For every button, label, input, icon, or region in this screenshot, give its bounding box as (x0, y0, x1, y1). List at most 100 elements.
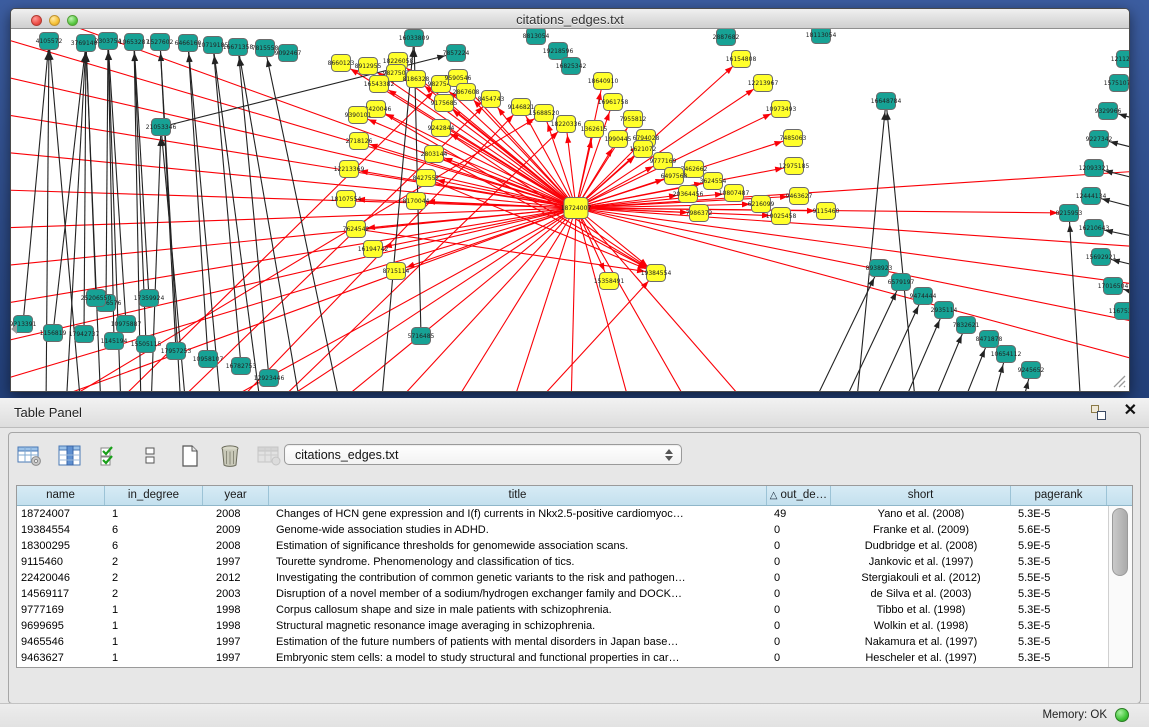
table-row[interactable]: 1830029562008Estimation of significance … (17, 538, 1132, 554)
graph-node[interactable]: 10958107 (193, 351, 224, 368)
graph-edge[interactable] (53, 43, 86, 333)
table-cell[interactable]: 0 (767, 650, 831, 666)
graph-node[interactable]: 3624554 (700, 173, 727, 190)
graph-node[interactable]: 7857224 (443, 45, 470, 62)
graph-node[interactable]: 10653287 (119, 34, 150, 51)
table-cell[interactable]: 9465546 (17, 634, 105, 650)
graph-node[interactable]: 8471878 (976, 331, 1003, 348)
graph-node[interactable]: 15505115 (131, 336, 162, 353)
graph-node[interactable]: 18724007 (561, 198, 592, 219)
table-cell[interactable]: 1997 (203, 554, 269, 570)
table-cell[interactable]: 1 (105, 618, 203, 634)
graph-edge[interactable] (331, 208, 576, 391)
table-cell[interactable]: 5.3E-5 (1011, 634, 1107, 650)
graph-node[interactable]: 15751074 (1104, 75, 1129, 92)
table-cell[interactable]: 0 (767, 554, 831, 570)
import-table-icon-disabled[interactable] (255, 443, 285, 469)
graph-node[interactable]: 8215953 (1056, 205, 1083, 222)
graph-node[interactable]: 1621072 (630, 141, 657, 158)
graph-edge[interactable] (576, 208, 631, 391)
graph-node[interactable]: 15692921 (1086, 249, 1117, 266)
graph-edge[interactable] (576, 208, 1129, 369)
table-cell[interactable]: 1998 (203, 618, 269, 634)
table-cell[interactable]: Estimation of the future numbers of pati… (269, 634, 767, 650)
table-cell[interactable]: 5.3E-5 (1011, 618, 1107, 634)
table-cell[interactable]: 14569117 (17, 586, 105, 602)
graph-node[interactable]: 4105572 (36, 33, 63, 50)
scrollbar-thumb[interactable] (1112, 508, 1128, 576)
table-row[interactable]: 1872400712008Changes of HCN gene express… (17, 506, 1132, 522)
table-cell[interactable]: 19384554 (17, 522, 105, 538)
table-cell[interactable]: 2 (105, 570, 203, 586)
table-cell[interactable]: Estimation of significance thresholds fo… (269, 538, 767, 554)
graph-edge[interactable] (211, 208, 576, 391)
table-cell[interactable]: 2008 (203, 506, 269, 522)
graph-node[interactable]: 7955812 (620, 111, 647, 128)
table-cell[interactable]: 9463627 (17, 650, 105, 666)
column-header-pagerank[interactable]: pagerank (1011, 486, 1107, 505)
float-panel-icon[interactable] (1091, 405, 1107, 421)
graph-node[interactable]: 16194742 (358, 241, 389, 258)
delete-table-icon[interactable] (215, 443, 245, 469)
graph-node[interactable]: 5716485 (408, 328, 435, 345)
table-cell[interactable]: Stergiakouli et al. (2012) (831, 570, 1011, 586)
window-titlebar[interactable]: citations_edges.txt (11, 9, 1129, 29)
graph-node[interactable]: 12093321 (1079, 160, 1110, 177)
column-header-in_degree[interactable]: in_degree (105, 486, 203, 505)
table-cell[interactable]: 2 (105, 554, 203, 570)
table-cell[interactable]: Embryonic stem cells: a model to study s… (269, 650, 767, 666)
graph-edge[interactable] (576, 169, 1129, 208)
table-cell[interactable]: 1 (105, 506, 203, 522)
graph-edge[interactable] (931, 325, 966, 391)
table-select-dropdown[interactable]: citations_edges.txt (284, 444, 682, 465)
table-cell[interactable]: Structural magnetic resonance image aver… (269, 618, 767, 634)
graph-node[interactable]: 1527602 (147, 34, 174, 51)
graph-node[interactable]: 16961758 (598, 94, 629, 111)
table-row[interactable]: 977716911998Corpus callosum shape and si… (17, 602, 1132, 618)
table-cell[interactable]: Genome-wide association studies in ADHD. (269, 522, 767, 538)
table-cell[interactable]: 49 (767, 506, 831, 522)
graph-edge[interactable] (171, 99, 491, 391)
table-cell[interactable]: 9699695 (17, 618, 105, 634)
graph-edge[interactable] (576, 208, 691, 391)
table-cell[interactable]: Jankovic et al. (1997) (831, 554, 1011, 570)
graph-edge[interactable] (576, 208, 1129, 249)
table-cell[interactable]: 9115460 (17, 554, 105, 570)
graph-edge[interactable] (358, 115, 576, 208)
graph-edge[interactable] (86, 43, 96, 298)
graph-edge[interactable] (213, 45, 241, 366)
graph-node[interactable]: 21053346 (146, 119, 177, 136)
column-header-year[interactable]: year (203, 486, 269, 505)
graph-node[interactable]: 2887682 (713, 29, 740, 46)
table-cell[interactable]: Investigating the contribution of common… (269, 570, 767, 586)
table-cell[interactable]: 2 (105, 586, 203, 602)
table-cell[interactable]: 22420046 (17, 570, 105, 586)
table-cell[interactable]: Yano et al. (2008) (831, 506, 1011, 522)
resize-grip-icon[interactable] (1110, 372, 1126, 388)
graph-node[interactable]: 19218596 (543, 43, 574, 60)
table-cell[interactable]: 0 (767, 634, 831, 650)
table-cell[interactable]: 5.9E-5 (1011, 538, 1107, 554)
graph-node[interactable]: 18113054 (806, 29, 837, 44)
table-cell[interactable]: 1997 (203, 634, 269, 650)
column-header-out_de[interactable]: △out_de… (767, 486, 831, 505)
graph-node[interactable]: 7986372 (686, 205, 713, 222)
graph-node[interactable]: 8938923 (866, 260, 893, 277)
network-canvas[interactable]: 1872400786601238912955182260589827503165… (11, 29, 1129, 391)
graph-node[interactable]: 9777169 (650, 153, 677, 170)
table-cell[interactable]: 5.3E-5 (1011, 602, 1107, 618)
graph-node[interactable]: 12444134 (1076, 188, 1107, 205)
graph-node[interactable]: 8186328 (403, 71, 430, 88)
graph-node[interactable]: 9474444 (910, 288, 937, 305)
graph-node[interactable]: 12975185 (779, 158, 810, 175)
graph-node[interactable]: 1145194 (101, 333, 128, 350)
graph-edge[interactable] (451, 208, 576, 391)
table-cell[interactable]: 9777169 (17, 602, 105, 618)
table-cell[interactable]: Corpus callosum shape and size in male p… (269, 602, 767, 618)
graph-node[interactable]: 7485063 (780, 130, 807, 147)
graph-node[interactable]: 2867608 (453, 84, 480, 101)
graph-node[interactable]: 12213967 (748, 75, 779, 92)
table-cell[interactable]: 2009 (203, 522, 269, 538)
graph-node[interactable]: 1362615 (581, 121, 608, 138)
table-row[interactable]: 946362711997Embryonic stem cells: a mode… (17, 650, 1132, 666)
